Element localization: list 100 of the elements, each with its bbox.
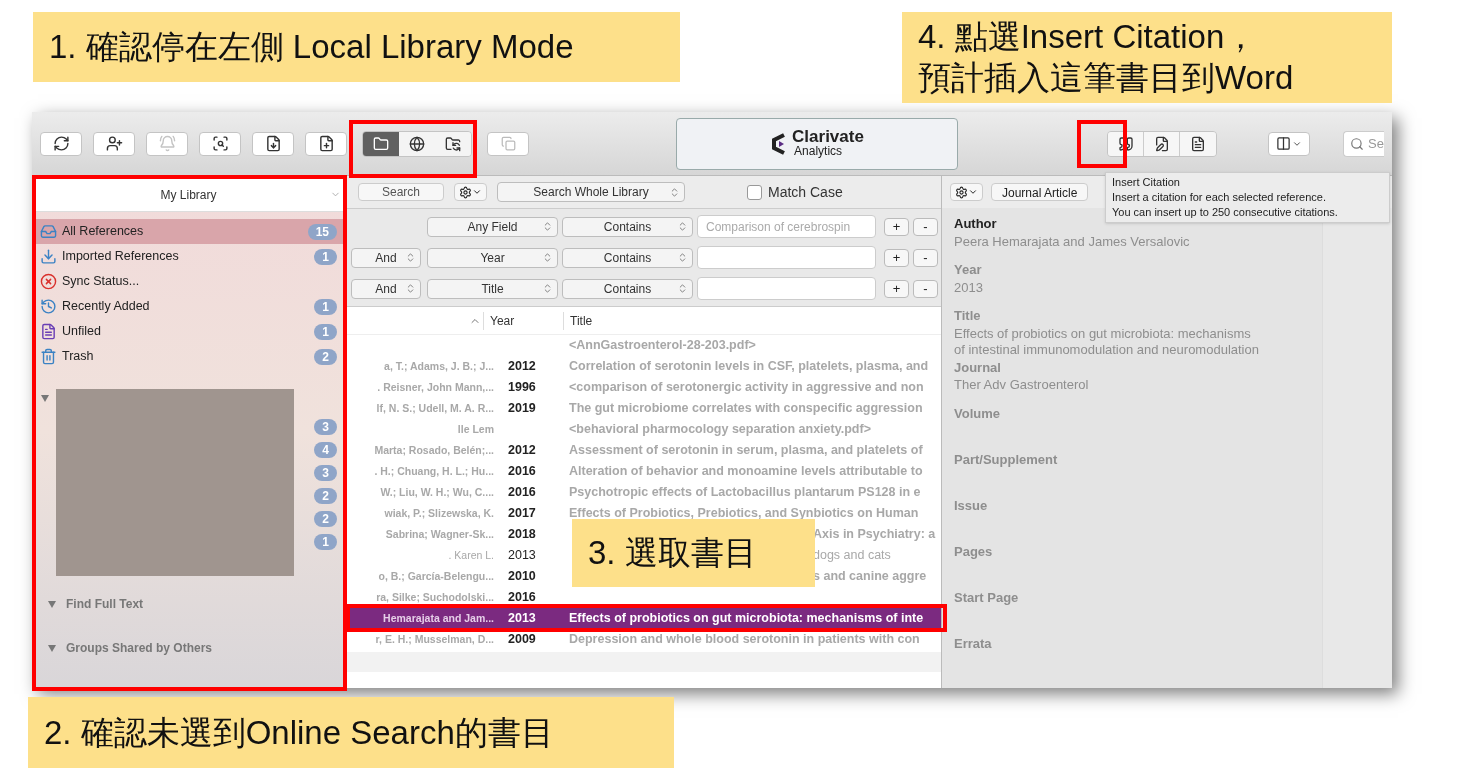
- field-dropdown[interactable]: Any Field: [427, 216, 558, 237]
- section-heading: Find Full Text: [66, 596, 144, 613]
- year-cell: 2010: [508, 569, 536, 584]
- count-badge: 1: [314, 534, 337, 550]
- add-person-icon: [105, 135, 123, 152]
- count-badge: 2: [314, 348, 337, 365]
- year-cell: 2012: [508, 359, 536, 374]
- reference-type-dropdown[interactable]: Journal Article: [991, 183, 1089, 201]
- column-header[interactable]: Title: [563, 311, 941, 330]
- mode-tab[interactable]: [399, 131, 435, 156]
- field-label: Start Page: [954, 588, 1020, 607]
- year-cell: 2016: [508, 590, 536, 605]
- toolbar-button[interactable]: [199, 131, 241, 156]
- trash-icon: [40, 348, 57, 365]
- gear-icon: [459, 185, 472, 199]
- title-cell: Depression and whole blood serotonin in patients with con: [569, 632, 920, 647]
- highlight-frame: [1077, 120, 1127, 168]
- search-term-field[interactable]: [697, 246, 876, 269]
- year-cell: 2009: [508, 632, 536, 647]
- count-badge: 3: [314, 419, 337, 435]
- year-cell: 2017: [508, 506, 536, 521]
- mode-tab[interactable]: [435, 131, 471, 156]
- folder-icon: [373, 135, 389, 152]
- toolbar-button[interactable]: [1180, 131, 1216, 156]
- search-term-field[interactable]: [697, 277, 876, 300]
- connector-dropdown[interactable]: And: [351, 247, 421, 268]
- add-row-button[interactable]: +: [884, 279, 909, 298]
- stepper-icon: [669, 186, 680, 198]
- download-icon: [40, 248, 57, 265]
- title-cell: Psychotropic effects of Lactobacillus plantarum PS128 in e: [569, 485, 921, 500]
- author-cell-text: a, T.; Adams, J. B.; J...: [384, 358, 494, 374]
- sidebar-item[interactable]: Imported References 1: [32, 244, 345, 269]
- panes-icon: [500, 136, 516, 151]
- toolbar-button[interactable]: [93, 131, 135, 156]
- scope-dropdown[interactable]: Search Whole Library: [497, 182, 685, 202]
- inbox-icon: [40, 223, 57, 240]
- globe-icon: [409, 135, 425, 152]
- options-button[interactable]: [950, 183, 983, 201]
- remove-row-button[interactable]: -: [913, 248, 938, 267]
- author-cell-text: . Karen L.: [448, 547, 494, 563]
- title-cell: Axis in Psychiatry: a: [813, 527, 936, 542]
- count-badge: 1: [314, 248, 337, 265]
- toolbar-button[interactable]: [305, 131, 347, 156]
- field-label: Issue: [954, 496, 989, 515]
- stepper-icon: [405, 252, 416, 263]
- remove-row-button[interactable]: -: [913, 279, 938, 298]
- toolbar-button[interactable]: [1144, 131, 1180, 156]
- sidebar-item[interactable]: Unfiled 1: [32, 319, 345, 344]
- field-label: Journal: [954, 358, 1002, 377]
- author-cell-text: ra, Silke; Suchodolski...: [376, 589, 494, 605]
- quick-search-field[interactable]: Se: [1343, 130, 1384, 157]
- error-icon: [40, 273, 57, 290]
- author-cell-text: lle Lem: [457, 421, 494, 437]
- sidebar-item[interactable]: Recently Added 1: [32, 294, 345, 319]
- author-cell-text: Marta; Rosado, Belén;...: [374, 442, 494, 458]
- field-label: Title: [954, 307, 982, 325]
- tooltip-text: Insert a citation for each selected reference.: [1112, 190, 1327, 205]
- count-badge: 2: [314, 488, 337, 504]
- operator-dropdown[interactable]: Contains: [562, 216, 693, 237]
- count-badge: 3: [314, 465, 337, 481]
- toolbar-button[interactable]: [40, 131, 82, 156]
- sidebar-item[interactable]: Trash 2: [32, 344, 345, 369]
- add-row-button[interactable]: +: [884, 217, 909, 236]
- disclosure-triangle-icon[interactable]: [40, 393, 50, 403]
- logo-subtitle: Analytics: [793, 143, 844, 159]
- mode-tab[interactable]: [363, 131, 399, 156]
- count-badge: 4: [314, 442, 337, 458]
- sidebar-item[interactable]: Sync Status...: [32, 269, 345, 294]
- gear-icon: [955, 185, 968, 199]
- field-label: Part/Supplement: [954, 450, 1059, 469]
- field-dropdown[interactable]: Title: [427, 278, 558, 299]
- operator-dropdown[interactable]: Contains: [562, 247, 693, 268]
- author-cell-text: wiak, P.; Slizewska, K.: [384, 505, 494, 521]
- title-cell: Correlation of serotonin levels in CSF, platelets, plasma, and: [569, 359, 929, 374]
- field-label: Errata: [954, 634, 993, 653]
- options-button[interactable]: [454, 183, 487, 201]
- add-row-button[interactable]: +: [884, 248, 909, 267]
- operator-dropdown[interactable]: Contains: [562, 278, 693, 299]
- match-case-checkbox[interactable]: Match Case: [747, 181, 843, 203]
- document-add-icon: [317, 135, 335, 152]
- disclosure-triangle-icon[interactable]: [47, 643, 57, 653]
- stepper-icon: [542, 252, 553, 263]
- year-cell: 2013: [508, 611, 536, 626]
- year-cell: 1996: [508, 380, 536, 395]
- word-document-icon: [1190, 135, 1206, 152]
- search-button[interactable]: Search: [358, 183, 444, 201]
- toolbar-button[interactable]: [252, 131, 294, 156]
- author-cell-text: . Reisner, John Mann,...: [377, 379, 494, 395]
- callout: 1. 確認停在左側 Local Library Mode: [33, 12, 680, 82]
- stepper-icon: [405, 283, 416, 294]
- title-cell: Alteration of behavior and monoamine levels attributable to: [569, 464, 923, 479]
- title-cell: <AnnGastroenterol-28-203.pdf>: [569, 338, 756, 353]
- field-dropdown[interactable]: Year: [427, 247, 558, 268]
- remove-row-button[interactable]: -: [913, 217, 938, 236]
- connector-dropdown[interactable]: And: [351, 278, 421, 299]
- magnifier-icon: [211, 135, 229, 152]
- count-badge: 1: [314, 323, 337, 340]
- layout-button[interactable]: [1268, 131, 1310, 156]
- disclosure-triangle-icon[interactable]: [47, 599, 57, 609]
- column-header[interactable]: Year: [483, 311, 563, 330]
